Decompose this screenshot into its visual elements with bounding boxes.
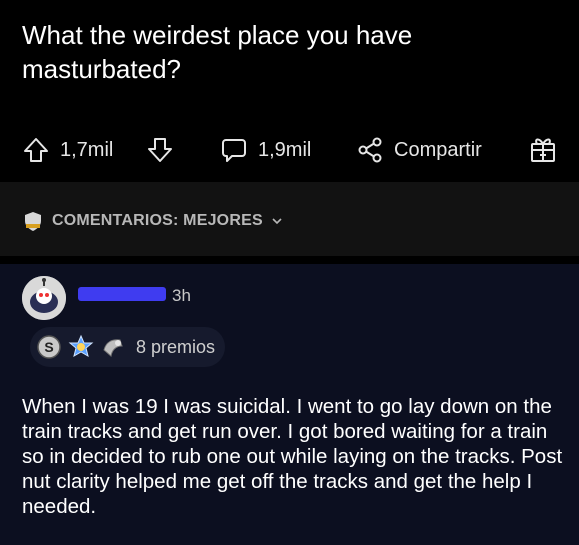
helpful-award-icon: [100, 334, 126, 360]
sort-label: COMENTARIOS: MEJORES: [52, 212, 263, 229]
shield-icon: [22, 210, 44, 232]
downvote-icon: [146, 136, 174, 164]
comment-count: 1,9mil: [258, 138, 312, 161]
awards-pill[interactable]: S 8 premios: [30, 327, 226, 367]
comment-sort-dropdown[interactable]: COMENTARIOS: MEJORES: [22, 210, 283, 232]
share-icon: [356, 136, 384, 164]
share-button[interactable]: Compartir: [356, 136, 482, 164]
post-action-bar: 1,7mil 1,9mil Compartir: [0, 130, 579, 174]
post-header: What the weirdest place you have masturb…: [0, 0, 579, 182]
comments-button[interactable]: 1,9mil: [220, 136, 311, 164]
upvote-icon: [22, 136, 50, 164]
gift-icon: [528, 134, 558, 164]
comment-icon: [220, 136, 248, 164]
gift-award-button[interactable]: [528, 134, 558, 164]
avatar[interactable]: [22, 276, 66, 320]
upvote-button[interactable]: 1,7mil: [22, 136, 113, 164]
comment-time: 3h: [172, 286, 191, 305]
silver-award-icon: S: [36, 334, 62, 360]
comment-body: When I was 19 I was suicidal. I went to …: [22, 395, 563, 518]
wholesome-award-icon: [68, 334, 94, 360]
awards-count: 8 premios: [136, 336, 216, 357]
share-label: Compartir: [394, 138, 482, 161]
post-title: What the weirdest place you have masturb…: [22, 20, 413, 84]
svg-text:S: S: [44, 339, 53, 355]
upvote-count: 1,7mil: [60, 138, 114, 161]
chevron-down-icon: [271, 216, 283, 226]
downvote-button[interactable]: [146, 136, 174, 164]
username-redaction: [78, 287, 166, 301]
